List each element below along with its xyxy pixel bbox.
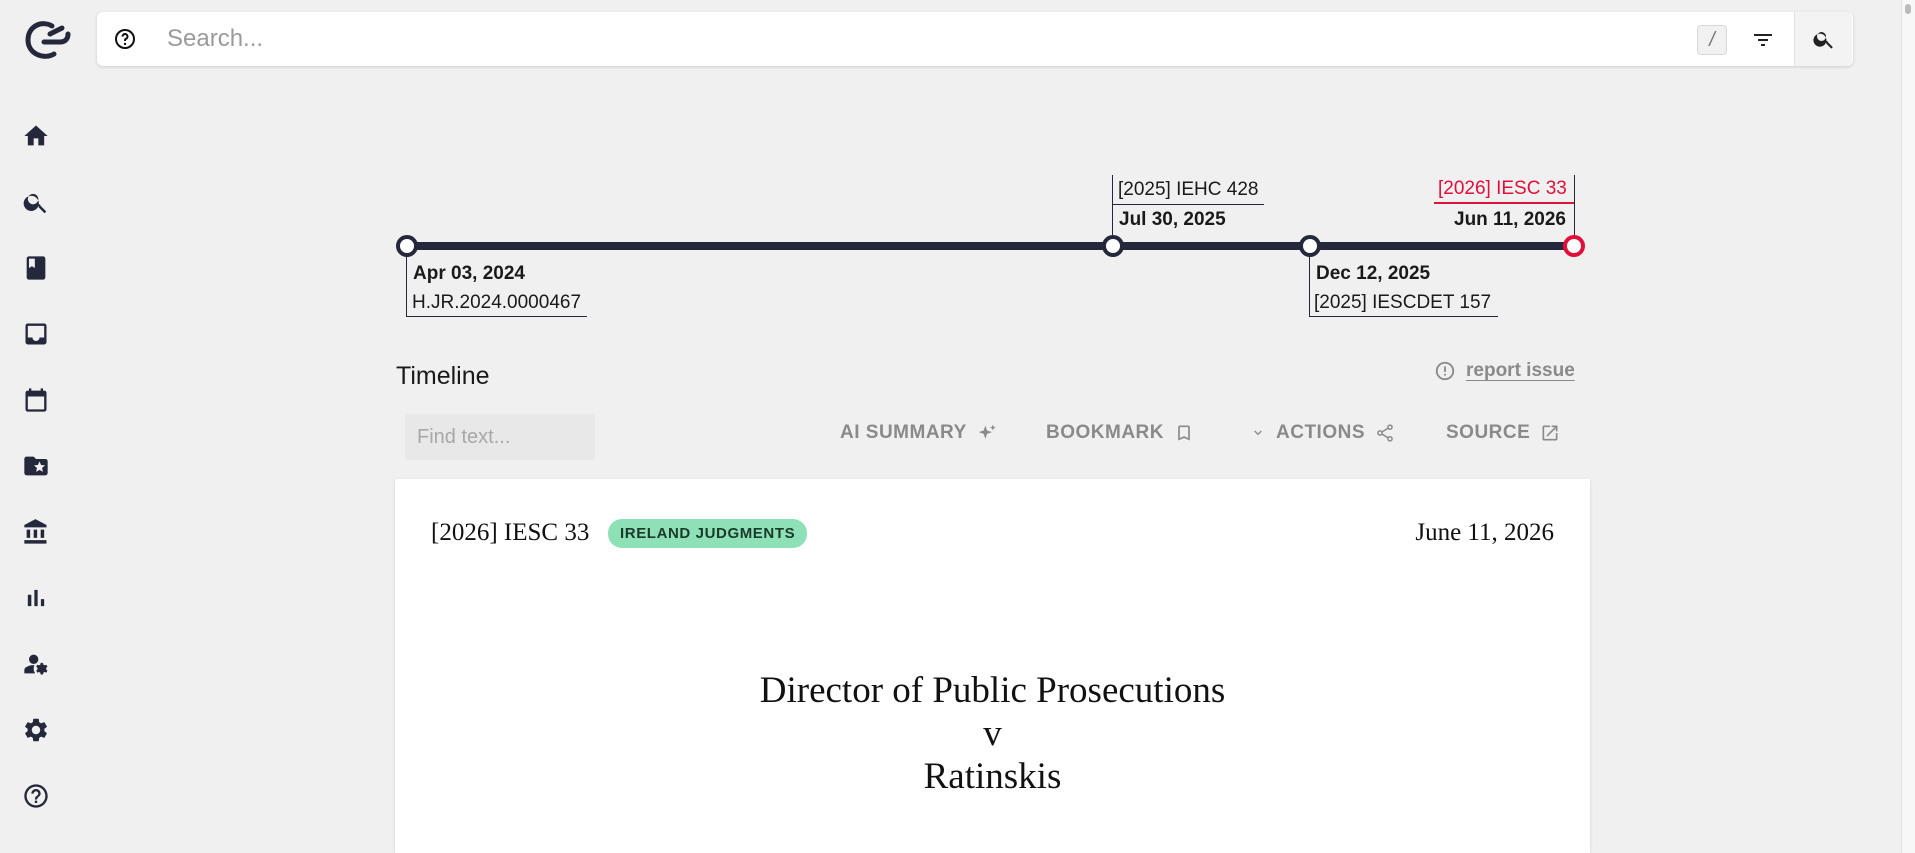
actions-button[interactable]: ACTIONS — [1250, 422, 1395, 444]
timeline-event-date: Jun 11, 2026 — [1454, 209, 1566, 230]
search-button[interactable] — [1794, 12, 1852, 66]
source-label: SOURCE — [1446, 422, 1531, 443]
timeline-track — [406, 242, 1574, 250]
timeline-node[interactable] — [396, 235, 418, 257]
document-date: June 11, 2026 — [1415, 519, 1554, 546]
book-icon[interactable] — [20, 252, 52, 284]
document-title-line: Ratinskis — [923, 756, 1062, 797]
report-issue-link[interactable]: report issue — [1434, 360, 1575, 382]
external-link-icon — [1542, 425, 1558, 441]
bookmark-button[interactable]: BOOKMARK — [1046, 422, 1194, 444]
timeline-node[interactable] — [1299, 235, 1321, 257]
search-icon — [1812, 32, 1833, 49]
jurisdiction-badge: IRELAND JUDGMENTS — [608, 519, 808, 548]
actions-label: ACTIONS — [1276, 422, 1365, 443]
bookmark-label: BOOKMARK — [1046, 422, 1164, 443]
timeline-event-date: Jul 30, 2025 — [1119, 209, 1226, 230]
timeline-underline — [1434, 202, 1574, 204]
timeline-connector — [1574, 175, 1575, 237]
home-icon[interactable] — [20, 120, 52, 152]
ai-summary-label: AI SUMMARY — [840, 422, 967, 443]
document-citation: [2026] IESC 33 — [431, 519, 590, 546]
timeline-connector — [406, 256, 407, 316]
institution-icon[interactable] — [20, 516, 52, 548]
help-icon[interactable] — [20, 780, 52, 812]
timeline-connector — [1309, 256, 1310, 316]
document-title-line: v — [983, 713, 1002, 754]
timeline-node-current[interactable] — [1563, 235, 1585, 257]
document-title-line: Director of Public Prosecutions — [759, 670, 1226, 711]
filter-icon[interactable] — [1749, 26, 1777, 54]
calendar-icon[interactable] — [20, 384, 52, 416]
timeline-title: Timeline — [396, 362, 490, 390]
timeline-underline — [1112, 204, 1264, 205]
document-card: [2026] IESC 33 IRELAND JUDGMENTS June 11… — [395, 479, 1590, 853]
search-input[interactable] — [167, 20, 1667, 58]
ai-summary-button[interactable]: AI SUMMARY — [840, 422, 997, 444]
page-scrollbar[interactable] — [1901, 0, 1915, 853]
sidebar — [0, 0, 80, 853]
timeline-event-ref[interactable]: [2025] IESCDET 157 — [1314, 292, 1491, 314]
scroll-thumb[interactable] — [1905, 4, 1911, 14]
timeline-node[interactable] — [1102, 235, 1124, 257]
help-icon[interactable] — [111, 25, 139, 53]
search-icon[interactable] — [20, 186, 52, 218]
source-button[interactable]: SOURCE — [1446, 422, 1560, 444]
starred-folder-icon[interactable] — [20, 450, 52, 482]
timeline-event-date: Dec 12, 2025 — [1316, 263, 1431, 284]
search-bar: / — [97, 12, 1853, 66]
find-text-input[interactable] — [405, 414, 595, 460]
alert-circle-icon — [1435, 361, 1455, 381]
chevron-down-icon — [1254, 430, 1262, 436]
timeline-underline — [406, 316, 587, 317]
timeline-underline — [1309, 316, 1498, 317]
inbox-icon[interactable] — [20, 318, 52, 350]
person-edit-icon[interactable] — [20, 648, 52, 680]
timeline-event-ref-current[interactable]: [2026] IESC 33 — [1438, 178, 1567, 200]
bar-chart-icon[interactable] — [20, 582, 52, 614]
sparkle-icon — [978, 424, 996, 439]
app-logo[interactable] — [22, 18, 72, 62]
timeline-event-ref[interactable]: [2025] IEHC 428 — [1118, 179, 1258, 201]
timeline-connector — [1112, 175, 1113, 237]
bookmark-icon — [1178, 425, 1190, 441]
gear-icon[interactable] — [20, 714, 52, 746]
timeline-event-ref[interactable]: H.JR.2024.0000467 — [412, 292, 581, 314]
timeline-event-date: Apr 03, 2024 — [413, 263, 525, 284]
search-shortcut-hint: / — [1697, 25, 1727, 55]
share-icon — [1377, 424, 1393, 442]
report-issue-label: report issue — [1466, 360, 1575, 381]
